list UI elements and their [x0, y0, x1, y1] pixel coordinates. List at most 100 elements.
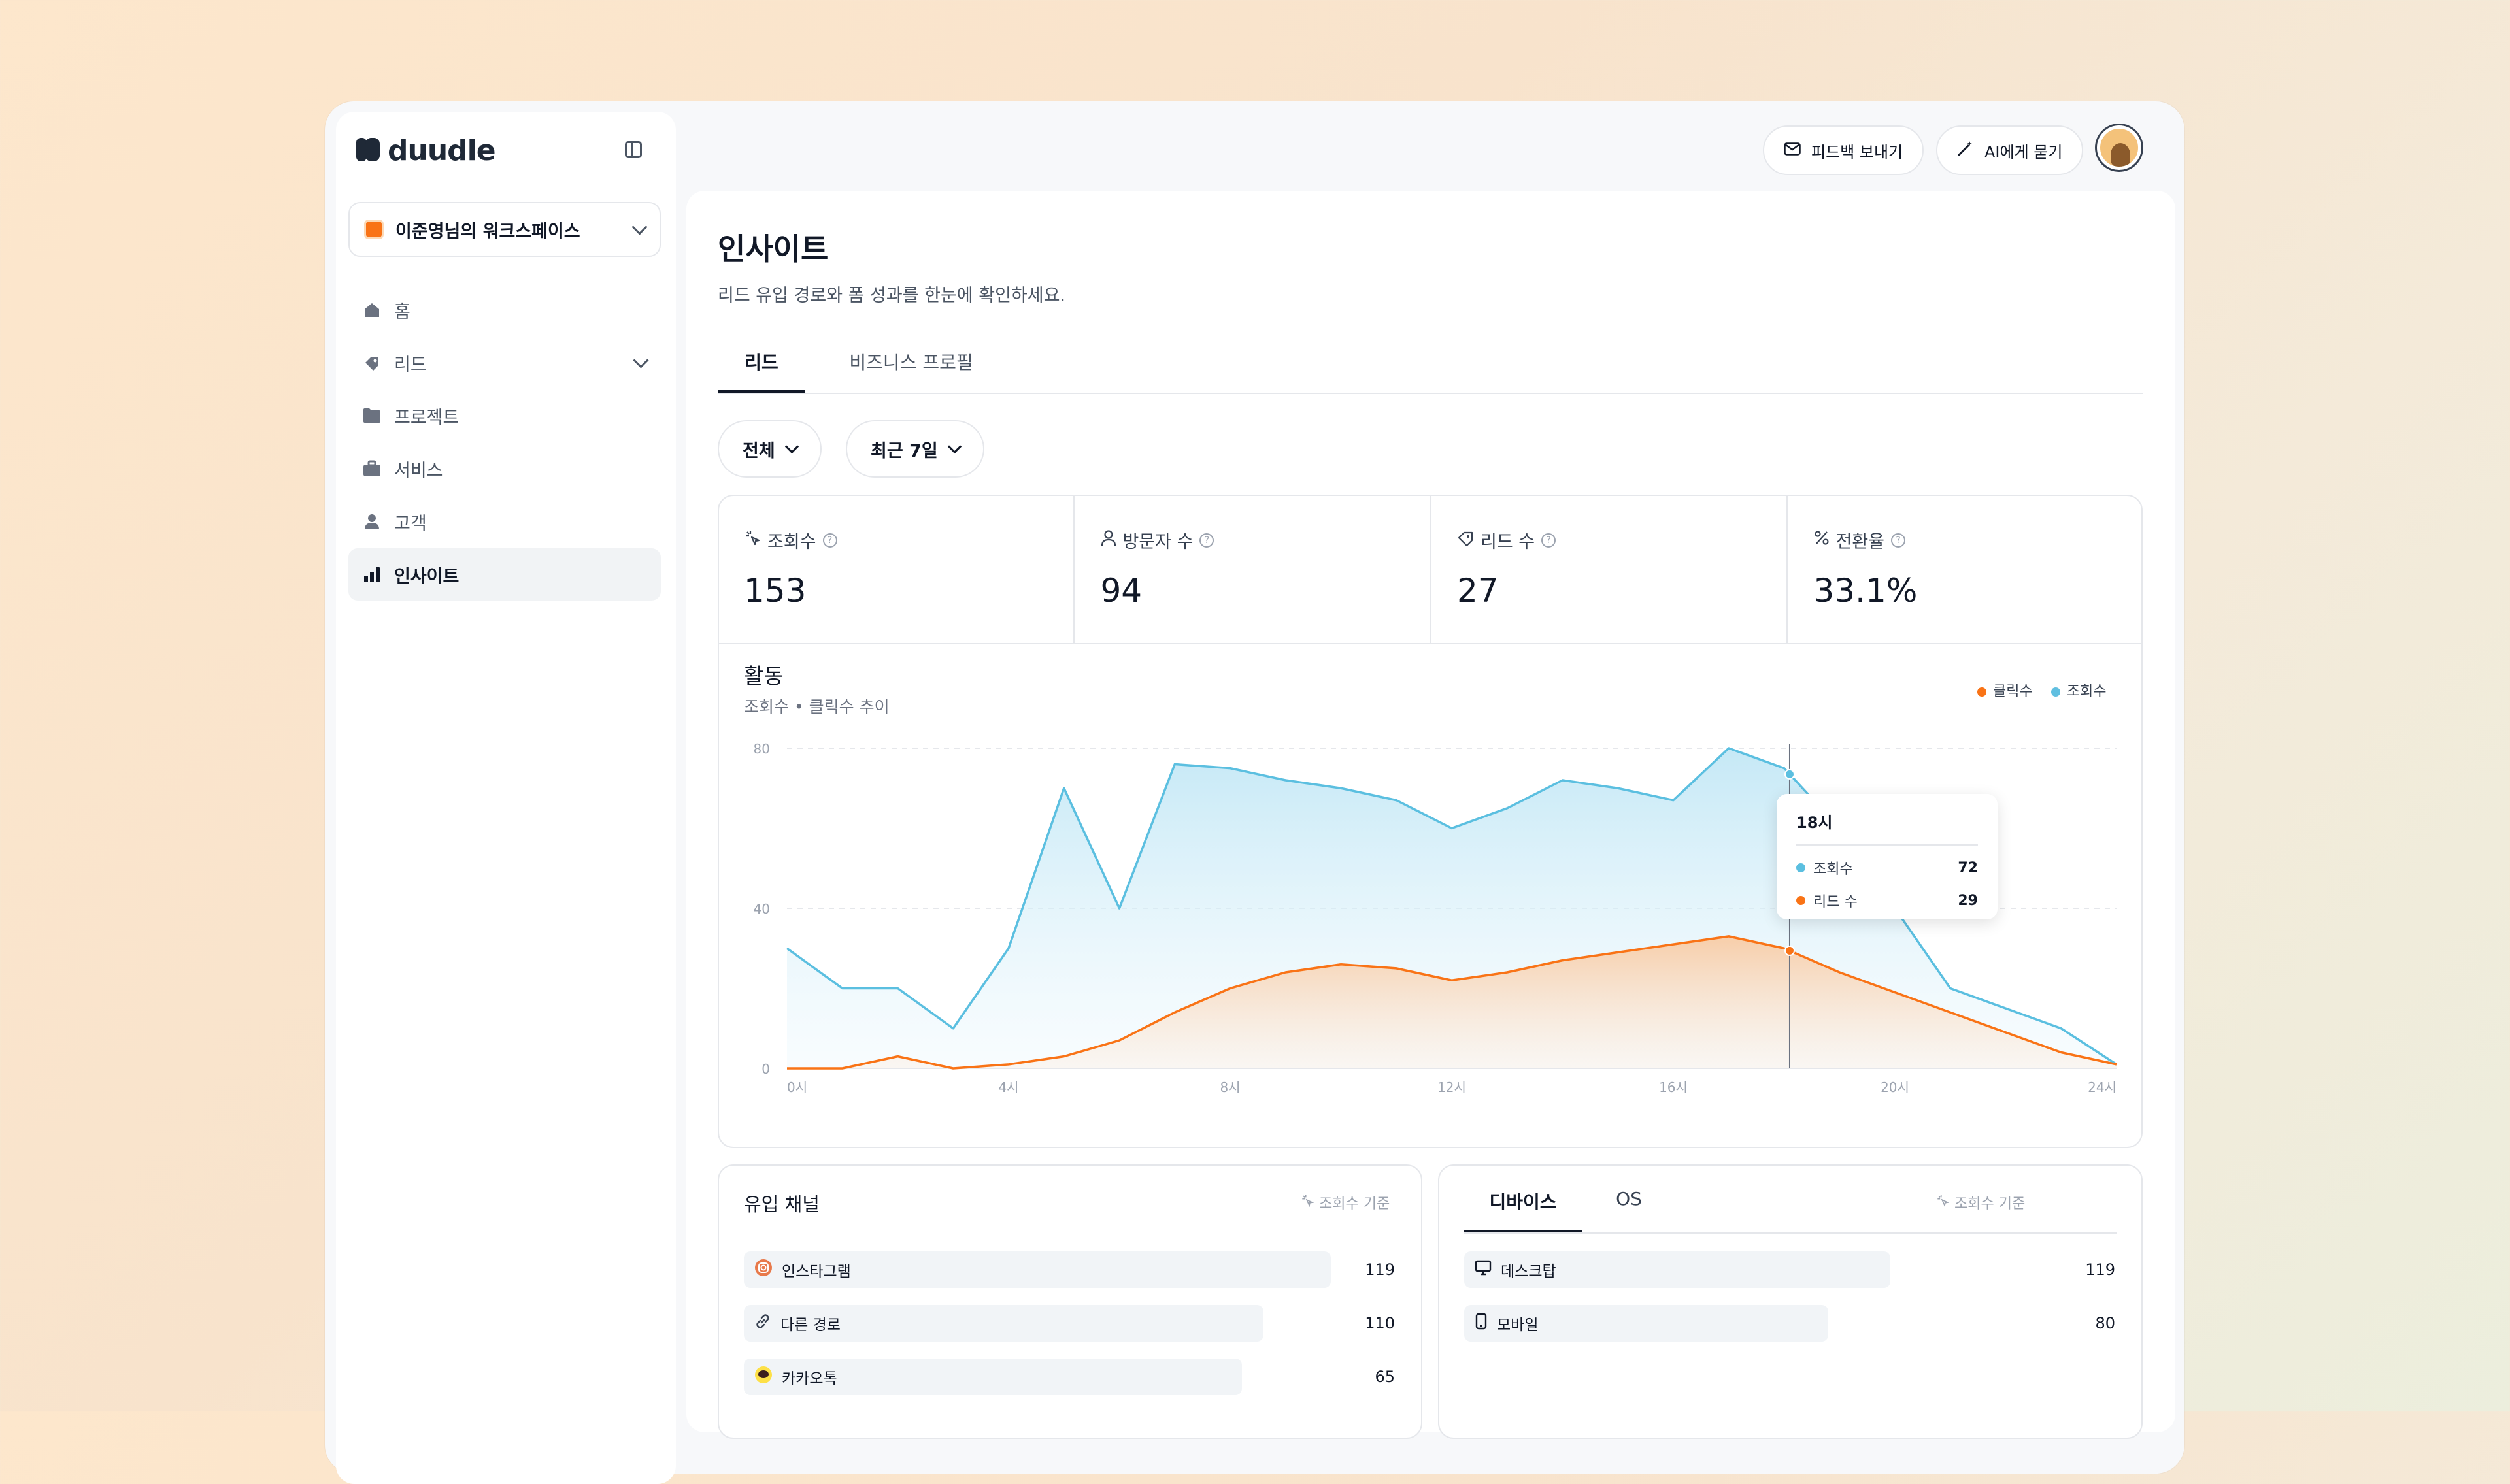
- help-icon[interactable]: ?: [1541, 533, 1556, 548]
- user-avatar[interactable]: [2097, 125, 2141, 170]
- sidebar-item-label: 홈: [394, 301, 410, 322]
- activity-subtitle: 조회수 • 클릭수 추이: [744, 697, 890, 716]
- device-name: 모바일: [1497, 1317, 1539, 1334]
- bar-chart-icon: [363, 565, 381, 584]
- stat-label: 조회수 ?: [744, 527, 837, 553]
- monitor-icon: [1475, 1260, 1492, 1279]
- feedback-button[interactable]: 피드백 보내기: [1763, 125, 1924, 175]
- stat-conversion: 전환율 ? 33.1%: [1788, 495, 2143, 643]
- legend-label: 클릭수: [1993, 684, 2033, 700]
- y-tick-label: 0: [761, 1061, 770, 1077]
- stat-label: 리드 수 ?: [1457, 527, 1556, 553]
- x-tick-label: 24시: [2088, 1080, 2117, 1095]
- user-icon: [363, 512, 381, 531]
- hover-point-views: [1784, 768, 1795, 780]
- device-label: 모바일: [1464, 1312, 1538, 1334]
- channel-label: 카카오톡: [744, 1366, 837, 1388]
- chart-tooltip: 18시 조회수 72 리드 수 29: [1777, 794, 1998, 919]
- legend-swatch: [2050, 687, 2060, 697]
- workspace-selector[interactable]: 이준영님의 워크스페이스: [348, 202, 661, 257]
- folder-icon: [363, 406, 381, 425]
- page-title: 인사이트: [718, 231, 829, 267]
- x-tick-label: 0시: [787, 1080, 807, 1095]
- sidebar-item-projects[interactable]: 프로젝트: [348, 389, 661, 442]
- device-value: 80: [2095, 1314, 2115, 1332]
- chart-x-axis: 0시 4시 8시 12시 16시 20시 24시: [787, 1080, 2117, 1095]
- logo-text: duudle: [388, 134, 496, 167]
- device-value: 119: [2085, 1261, 2115, 1279]
- stat-leads: 리드 수 ? 27: [1431, 495, 1788, 643]
- tooltip-value: 29: [1958, 892, 1978, 909]
- chevron-down-icon: [784, 439, 799, 453]
- stat-label: 전환율 ?: [1814, 527, 1906, 553]
- logo[interactable]: duudle: [356, 134, 496, 167]
- stats-row: 조회수 ? 153 방문자 수 ? 94 리드 수 ? 27 전환율 ? 33.…: [718, 495, 2143, 644]
- period-filter[interactable]: 최근 7일: [846, 420, 984, 478]
- home-icon: [363, 301, 381, 319]
- devices-basis: 조회수 기준: [1936, 1192, 2025, 1213]
- logo-icon: [356, 137, 380, 164]
- ask-ai-label: AI에게 묻기: [1984, 142, 2063, 161]
- basis-text: 조회수 기준: [1319, 1196, 1390, 1212]
- sidebar-item-home[interactable]: 홈: [348, 284, 661, 336]
- stat-value: 94: [1100, 572, 1143, 610]
- device-row-desktop[interactable]: 데스크탑 119: [1464, 1251, 2117, 1288]
- tab-leads[interactable]: 리드: [718, 344, 805, 393]
- stat-views: 조회수 ? 153: [718, 495, 1075, 643]
- tab-business-profile[interactable]: 비즈니스 프로필: [833, 344, 990, 391]
- channel-row-instagram[interactable]: 인스타그램 119: [744, 1251, 1396, 1288]
- tooltip-title: 18시: [1796, 810, 1978, 846]
- y-tick-label: 80: [754, 741, 770, 757]
- stat-value: 33.1%: [1813, 572, 1918, 610]
- stat-value: 153: [744, 572, 807, 610]
- channel-name: 인스타그램: [782, 1263, 851, 1280]
- legend-swatch: [1977, 687, 1986, 697]
- hover-point-clicks: [1784, 945, 1795, 956]
- help-icon[interactable]: ?: [822, 533, 837, 548]
- channel-row-other[interactable]: 다른 경로 110: [744, 1305, 1396, 1342]
- activity-title: 활동: [744, 663, 784, 689]
- tooltip-swatch: [1796, 896, 1805, 905]
- device-label: 데스크탑: [1464, 1259, 1556, 1281]
- tab-os[interactable]: OS: [1609, 1188, 1648, 1231]
- legend-item-views[interactable]: 조회수: [2050, 680, 2107, 701]
- kakaotalk-icon: [754, 1366, 773, 1388]
- sidebar-item-services[interactable]: 서비스: [348, 442, 661, 495]
- instagram-icon: [754, 1259, 773, 1281]
- sidebar-item-leads[interactable]: 리드: [348, 337, 661, 389]
- sidebar-item-label: 고객: [394, 513, 427, 534]
- sidebar-item-customers[interactable]: 고객: [348, 495, 661, 548]
- help-icon[interactable]: ?: [1199, 533, 1214, 548]
- channel-row-kakaotalk[interactable]: 카카오톡 65: [744, 1359, 1396, 1395]
- tooltip-label: 조회수: [1813, 861, 1853, 878]
- stat-label: 방문자 수 ?: [1101, 527, 1214, 553]
- x-tick-label: 12시: [1437, 1080, 1466, 1095]
- channels-title: 유입 채널: [744, 1193, 820, 1215]
- lead-icon: [363, 354, 381, 372]
- chevron-down-icon[interactable]: [633, 352, 649, 369]
- channel-label: 인스타그램: [744, 1259, 851, 1281]
- stat-visitors: 방문자 수 ? 94: [1075, 495, 1431, 643]
- x-tick-label: 8시: [1220, 1080, 1240, 1095]
- sidebar-nav: 홈 리드 프로젝트 서비스 고객 인사이트: [348, 284, 661, 601]
- stat-label-text: 방문자 수: [1122, 532, 1194, 552]
- ask-ai-button[interactable]: AI에게 묻기: [1936, 125, 2084, 175]
- tooltip-row-views: 조회수 72: [1796, 857, 1978, 878]
- sidebar-item-insights[interactable]: 인사이트: [348, 548, 661, 601]
- device-row-mobile[interactable]: 모바일 80: [1464, 1305, 2117, 1342]
- sparkle-icon: [744, 529, 761, 551]
- tab-device[interactable]: 디바이스: [1464, 1188, 1582, 1232]
- legend-item-clicks[interactable]: 클릭수: [1977, 680, 2033, 701]
- sidebar-collapse-icon[interactable]: [625, 141, 642, 158]
- channel-value: 65: [1375, 1368, 1395, 1386]
- scope-filter[interactable]: 전체: [718, 420, 822, 478]
- stat-value: 27: [1457, 572, 1499, 610]
- legend-label: 조회수: [2066, 684, 2107, 700]
- period-filter-value: 최근 7일: [871, 440, 938, 461]
- basis-text: 조회수 기준: [1954, 1196, 2026, 1212]
- device-name: 데스크탑: [1501, 1263, 1556, 1280]
- y-tick-label: 40: [754, 901, 770, 917]
- tab-bar: 리드 비즈니스 프로필: [718, 344, 2143, 394]
- tooltip-swatch: [1796, 863, 1805, 872]
- help-icon[interactable]: ?: [1891, 533, 1906, 548]
